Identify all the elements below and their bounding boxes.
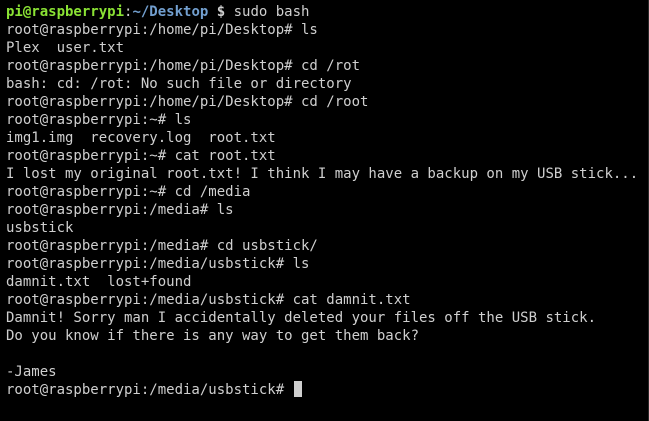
terminal-line: root@raspberrypi:/media# cd usbstick/ bbox=[6, 238, 318, 254]
terminal-line: img1.img recovery.log root.txt bbox=[6, 130, 276, 146]
terminal-line: root@raspberrypi:/home/pi/Desktop# cd /r… bbox=[6, 58, 361, 74]
terminal-line: root@raspberrypi:/media# ls bbox=[6, 202, 234, 218]
terminal-line: Damnit! Sorry man I accidentally deleted… bbox=[6, 310, 597, 326]
terminal-line: root@raspberrypi:/media/usbstick# ls bbox=[6, 256, 310, 272]
cursor-block bbox=[293, 381, 302, 397]
terminal-window[interactable]: pi@raspberrypi:~/Desktop $ sudo bash roo… bbox=[0, 0, 649, 421]
terminal-line: root@raspberrypi:~# cd /media bbox=[6, 184, 251, 200]
terminal-line: root@raspberrypi:/media/usbstick# cat da… bbox=[6, 292, 411, 308]
final-prompt: root@raspberrypi:/media/usbstick# bbox=[6, 382, 293, 398]
terminal-line: root@raspberrypi:/home/pi/Desktop# ls bbox=[6, 22, 318, 38]
terminal-line: root@raspberrypi:~# cat root.txt bbox=[6, 148, 276, 164]
prompt-path: ~/Desktop bbox=[132, 4, 209, 20]
prompt-dollar: $ bbox=[208, 4, 226, 20]
terminal-line: Plex user.txt bbox=[6, 40, 125, 56]
terminal-line: damnit.txt lost+found bbox=[6, 274, 192, 290]
final-prompt-line[interactable]: root@raspberrypi:/media/usbstick# bbox=[6, 381, 649, 399]
terminal-line: bash: cd: /rot: No such file or director… bbox=[6, 76, 352, 92]
terminal-line: root@raspberrypi:/home/pi/Desktop# cd /r… bbox=[6, 94, 369, 110]
terminal-line: usbstick bbox=[6, 220, 74, 236]
prompt-command: sudo bash bbox=[225, 4, 310, 20]
first-prompt-line: pi@raspberrypi:~/Desktop $ sudo bash bbox=[6, 3, 649, 21]
terminal-line: I lost my original root.txt! I think I m… bbox=[6, 166, 639, 182]
terminal-line: Do you know if there is any way to get t… bbox=[6, 328, 420, 344]
prompt-user-host: pi@raspberrypi bbox=[6, 4, 125, 20]
terminal-output: pi@raspberrypi:~/Desktop $ sudo bash roo… bbox=[6, 3, 649, 399]
terminal-line: root@raspberrypi:~# ls bbox=[6, 112, 192, 128]
terminal-line: -James bbox=[6, 364, 57, 380]
